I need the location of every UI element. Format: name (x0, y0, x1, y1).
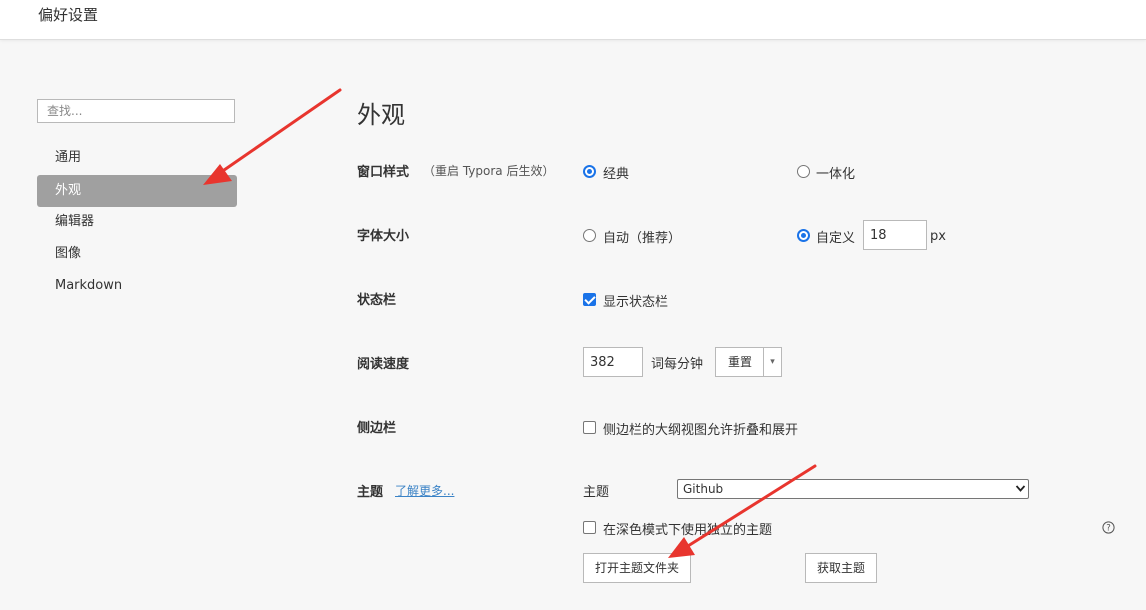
font-size-unit: px (930, 229, 946, 244)
chevron-down-icon: ▾ (770, 357, 775, 367)
page-title: 外观 (357, 101, 405, 129)
classic-radio[interactable] (583, 165, 596, 178)
reading-speed-label: 阅读速度 (357, 357, 410, 372)
custom-font-radio[interactable] (797, 229, 810, 242)
sidebar-item-image[interactable]: 图像 (37, 238, 237, 270)
reset-dropdown-button[interactable]: ▾ (763, 347, 782, 377)
unified-radio[interactable] (797, 165, 810, 178)
sidebar-item-general[interactable]: 通用 (37, 142, 237, 174)
help-icon[interactable]: ? (1102, 521, 1115, 534)
window-style-note: （重启 Typora 后生效） (423, 164, 555, 178)
outline-collapse-checkbox[interactable] (583, 421, 596, 434)
font-size-input[interactable] (863, 220, 927, 250)
theme-label: 主题 (357, 485, 384, 500)
status-bar-label: 状态栏 (357, 293, 397, 308)
get-themes-button[interactable]: 获取主题 (805, 553, 877, 583)
reading-speed-input[interactable] (583, 347, 643, 377)
window-style-label: 窗口样式 (357, 165, 410, 180)
custom-font-radio-label[interactable]: 自定义 (816, 227, 855, 246)
font-size-label: 字体大小 (357, 229, 410, 244)
sidebar-item-editor[interactable]: 编辑器 (37, 206, 237, 238)
classic-radio-label[interactable]: 经典 (603, 163, 629, 182)
auto-font-radio-label[interactable]: 自动（推荐） (603, 227, 681, 246)
annotation-arrows (203, 88, 817, 558)
search-input[interactable] (37, 99, 235, 123)
window-title: 偏好设置 (38, 6, 99, 24)
sidebar-item-label: 通用 (55, 150, 82, 165)
show-status-bar-checkbox[interactable] (583, 293, 596, 306)
show-status-bar-label[interactable]: 显示状态栏 (603, 291, 668, 310)
sidebar-item-appearance[interactable]: 外观 (37, 175, 237, 207)
sidebar-item-label: 外观 (55, 183, 82, 198)
sidebar-item-label: 编辑器 (55, 214, 95, 229)
outline-collapse-label[interactable]: 侧边栏的大纲视图允许折叠和展开 (603, 419, 798, 438)
theme-select-value: Github (683, 482, 724, 496)
sidebar-item-label: Markdown (55, 278, 123, 293)
theme-select[interactable]: Github (677, 479, 1029, 499)
reset-button[interactable]: 重置 (715, 347, 764, 377)
sidebar-setting-label: 侧边栏 (357, 421, 397, 436)
learn-more-link[interactable]: 了解更多... (395, 482, 454, 499)
sidebar-item-markdown[interactable]: Markdown (37, 270, 237, 302)
auto-font-radio[interactable] (583, 229, 596, 242)
unified-radio-label[interactable]: 一体化 (816, 163, 855, 182)
sidebar-item-label: 图像 (55, 246, 82, 261)
open-theme-folder-button[interactable]: 打开主题文件夹 (583, 553, 691, 583)
svg-text:?: ? (1106, 524, 1111, 534)
title-bar: 偏好设置 (0, 0, 1146, 40)
reading-speed-unit: 词每分钟 (651, 357, 704, 372)
dark-mode-theme-label[interactable]: 在深色模式下使用独立的主题 (603, 519, 772, 538)
theme-select-label: 主题 (583, 485, 610, 500)
chevron-down-icon (1015, 485, 1026, 492)
dark-mode-theme-checkbox[interactable] (583, 521, 596, 534)
